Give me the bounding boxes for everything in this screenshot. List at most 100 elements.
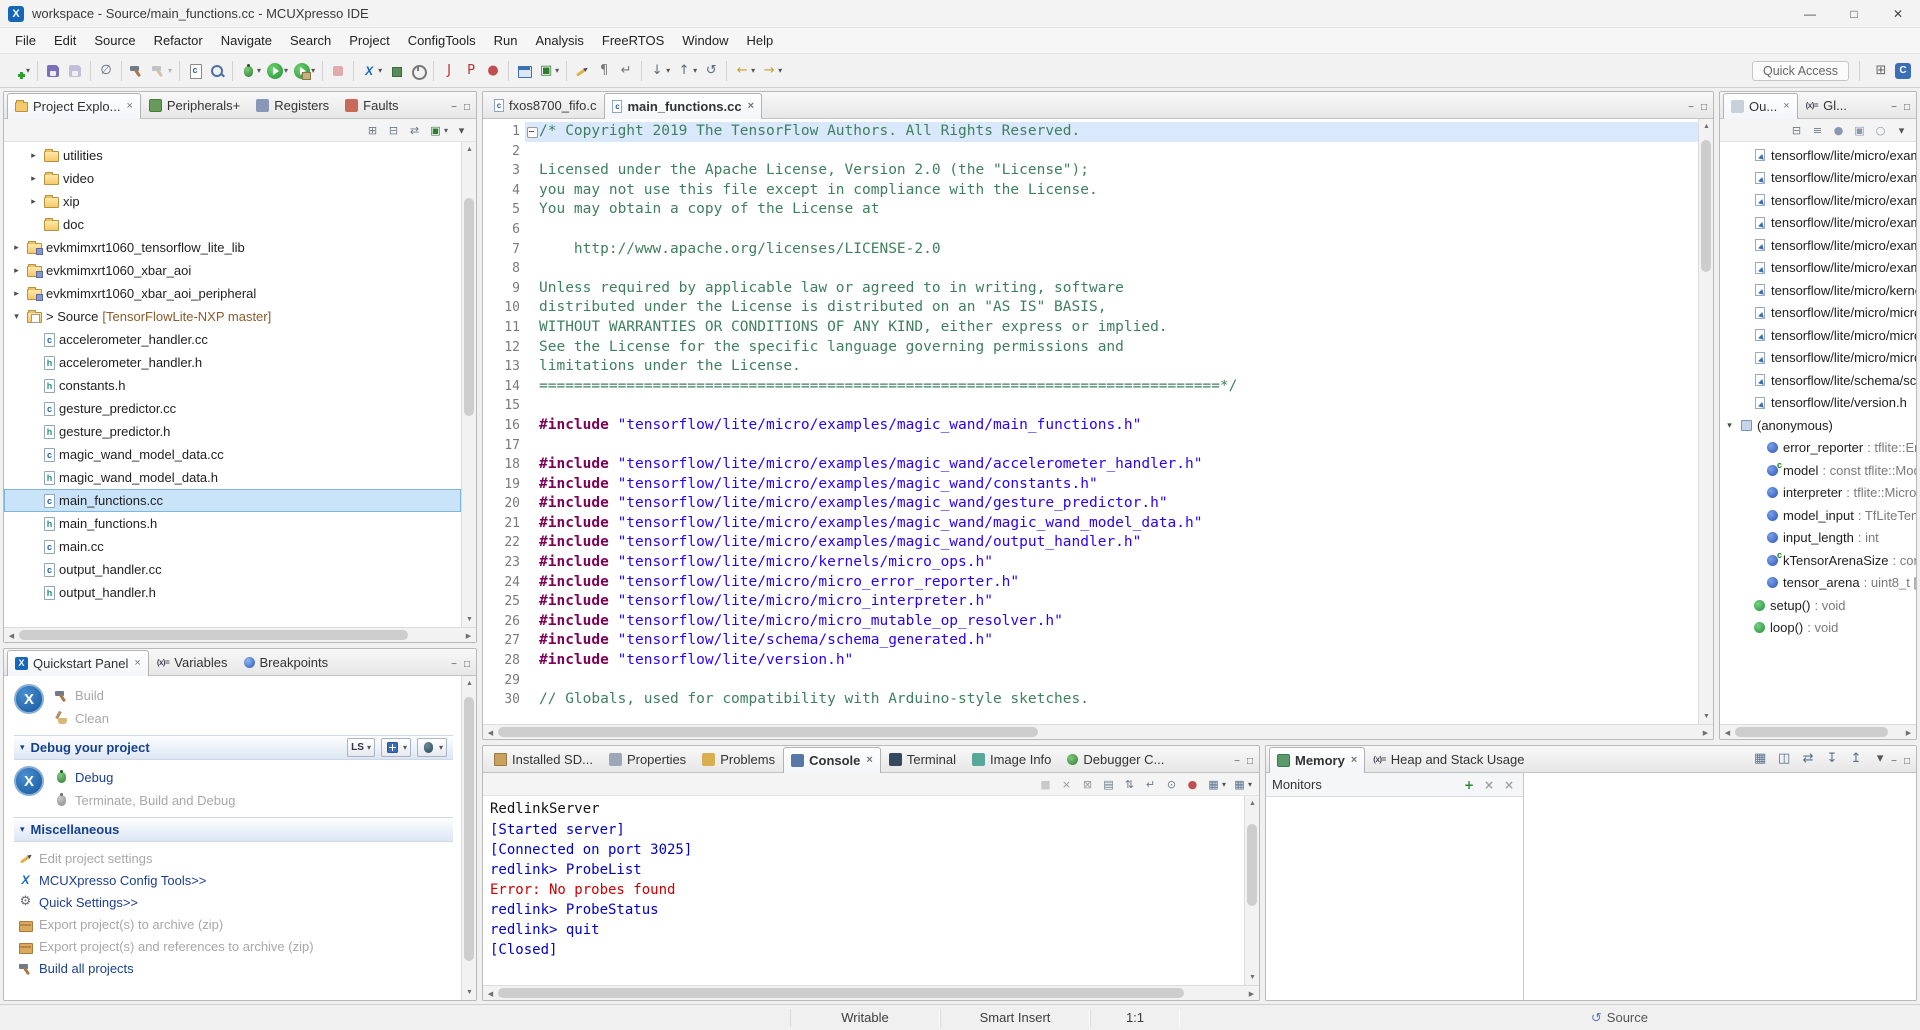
scroll-right-icon[interactable]: ▶ — [1901, 725, 1916, 740]
code-area[interactable]: 1/* Copyright 2019 The TensorFlow Author… — [483, 119, 1698, 724]
code-line[interactable]: 25#include "tensorflow/lite/micro/micro_… — [483, 592, 1698, 612]
code-line[interactable]: 2 — [483, 142, 1698, 162]
scroll-left-icon[interactable]: ◀ — [483, 986, 498, 1001]
pin-console-button[interactable]: ⊙ — [1162, 775, 1181, 794]
code-line[interactable]: 16#include "tensorflow/lite/micro/exampl… — [483, 416, 1698, 436]
debug-button[interactable]: ▾ — [238, 61, 263, 81]
scroll-right-icon[interactable]: ▶ — [1244, 986, 1259, 1001]
menu-source[interactable]: Source — [85, 28, 144, 54]
terminal-button[interactable] — [514, 61, 534, 81]
tree-item-evkmimxrt1060-tensorflow-lite-lib[interactable]: ▸evkmimxrt1060_tensorflow_lite_lib — [4, 236, 461, 259]
attach-debug-button[interactable]: ▾ — [381, 738, 411, 757]
remove-memory-monitor-button[interactable]: × — [1482, 778, 1496, 792]
maximize-view-icon[interactable]: □ — [1904, 756, 1910, 767]
disconnect-button[interactable]: ● — [1183, 775, 1202, 794]
editor-horizontal-scrollbar[interactable]: ◀▶ — [483, 724, 1713, 739]
expand-arrow-icon[interactable]: ▸ — [10, 288, 23, 299]
outline-item-model[interactable]: cmodel : const tflite::Model * — [1720, 459, 1916, 482]
outline-item-interpreter[interactable]: interpreter : tflite::MicroInterpreter * — [1720, 482, 1916, 505]
scroll-track[interactable] — [1699, 134, 1713, 709]
build-all-projects-action[interactable]: Build all projects — [18, 958, 459, 979]
code-line[interactable]: 1/* Copyright 2019 The TensorFlow Author… — [483, 122, 1698, 142]
edit-project-settings-action[interactable]: Edit project settings — [18, 848, 459, 869]
display-selected-console-button[interactable]: ▦▾ — [1204, 775, 1228, 794]
clocks-tool-button[interactable] — [408, 61, 428, 81]
quickstart-vertical-scrollbar[interactable]: ▲▼ — [461, 676, 476, 1000]
tree-item-utilities[interactable]: ▸utilities — [4, 144, 461, 167]
maximize-view-icon[interactable]: □ — [464, 102, 470, 113]
link-with-editor-button[interactable]: ⇄ — [405, 121, 424, 140]
previous-annotation-button[interactable]: ↑▾ — [674, 61, 699, 81]
quick-access-button[interactable]: Quick Access — [1752, 61, 1849, 81]
code-line[interactable]: 19#include "tensorflow/lite/micro/exampl… — [483, 475, 1698, 495]
dropdown-arrow-icon[interactable]: ▾ — [1248, 780, 1252, 789]
outline-item-tensorflow-lite-micro-examples-magic-wand-magic-wand-model-data-h[interactable]: tensorflow/lite/micro/examples/magic_wan… — [1720, 234, 1916, 257]
menu-analysis[interactable]: Analysis — [526, 28, 592, 54]
menu-file[interactable]: File — [6, 28, 45, 54]
scroll-thumb[interactable] — [19, 630, 408, 640]
code-line[interactable]: 30// Globals, used for compatibility wit… — [483, 690, 1698, 710]
probe-type-button[interactable]: LS▾ — [347, 738, 375, 757]
debug-options-button[interactable]: ▾ — [417, 738, 447, 757]
scroll-down-icon[interactable]: ▼ — [462, 985, 476, 1000]
console-vertical-scrollbar[interactable]: ▲▼ — [1244, 796, 1259, 985]
save-all-button[interactable] — [65, 61, 85, 81]
code-line[interactable]: 6 — [483, 220, 1698, 240]
scroll-track[interactable] — [1735, 725, 1901, 739]
maximize-view-icon[interactable]: □ — [1247, 756, 1253, 767]
code-line[interactable]: 10distributed under the License is distr… — [483, 298, 1698, 318]
close-tab-icon[interactable]: × — [134, 657, 140, 669]
code-line[interactable]: 22#include "tensorflow/lite/micro/exampl… — [483, 533, 1698, 553]
scroll-track[interactable] — [462, 157, 476, 612]
minimize-view-icon[interactable]: − — [1234, 756, 1240, 767]
tree-item-video[interactable]: ▸video — [4, 167, 461, 190]
scroll-left-icon[interactable]: ◀ — [1720, 725, 1735, 740]
export-project-s-to-archive-zip-action[interactable]: Export project(s) to archive (zip) — [18, 914, 459, 935]
close-tab-icon[interactable]: × — [866, 754, 872, 766]
console-tab-properties[interactable]: Properties — [601, 746, 694, 772]
export-project-s-and-references-to-archive-zip-action[interactable]: Export project(s) and references to arch… — [18, 936, 459, 957]
scroll-up-icon[interactable]: ▲ — [1245, 796, 1259, 811]
tree-item-evkmimxrt1060-xbar-aoi-peripheral[interactable]: ▸evkmimxrt1060_xbar_aoi_peripheral — [4, 282, 461, 305]
memory-tab-memory[interactable]: Memory× — [1269, 747, 1365, 773]
terminate-build-and-debug-action[interactable]: Terminate, Build and Debug — [54, 790, 235, 811]
editor-vertical-scrollbar[interactable]: ▲▼ — [1698, 119, 1713, 724]
scroll-track[interactable] — [462, 691, 476, 985]
outline-item-tensorflow-lite-micro-kernels-micro-ops-h[interactable]: tensorflow/lite/micro/kernels/micro_ops.… — [1720, 279, 1916, 302]
project-explorer-tab-faults[interactable]: Faults — [337, 92, 406, 118]
outline-item-error-reporter[interactable]: error_reporter : tflite::ErrorReporter * — [1720, 437, 1916, 460]
console-tab-image-info[interactable]: Image Info — [964, 746, 1059, 772]
tree-item-source[interactable]: ▾> Source [TensorFlowLite-NXP master] — [4, 305, 461, 328]
forward-button[interactable]: →▾ — [759, 61, 784, 81]
console-horizontal-scrollbar[interactable]: ◀▶ — [483, 985, 1259, 1000]
scroll-up-icon[interactable]: ▲ — [462, 676, 476, 691]
outline-item-loop[interactable]: loop() : void — [1720, 617, 1916, 640]
project-explorer-vertical-scrollbar[interactable]: ▲▼ — [461, 142, 476, 627]
tree-item-evkmimxrt1060-xbar-aoi[interactable]: ▸evkmimxrt1060_xbar_aoi — [4, 259, 461, 282]
scroll-down-icon[interactable]: ▼ — [1245, 970, 1259, 985]
link-renderings-button[interactable]: ⇄ — [1798, 749, 1818, 769]
save-button[interactable] — [43, 61, 63, 81]
scroll-track[interactable] — [498, 986, 1244, 1000]
mcuxpresso-config-tools-action[interactable]: XMCUXpresso Config Tools>> — [18, 870, 459, 891]
dropdown-arrow-icon[interactable]: ▾ — [311, 66, 315, 75]
outline-item-tensorflow-lite-micro-examples-magic-wand-main-functions-h[interactable]: tensorflow/lite/micro/examples/magic_wan… — [1720, 144, 1916, 167]
section-header-debug-your-project[interactable]: ▾Debug your projectLS▾▾▾ — [14, 735, 453, 760]
hide-static-members-button[interactable]: ▣ — [1850, 121, 1869, 140]
dropdown-arrow-icon[interactable]: ▾ — [378, 66, 382, 75]
code-line[interactable]: 23#include "tensorflow/lite/micro/kernel… — [483, 553, 1698, 573]
close-tab-icon[interactable]: × — [1783, 100, 1789, 112]
editor-tab-fxos8700-fifo-c[interactable]: cfxos8700_fifo.c — [486, 92, 604, 118]
close-tab-icon[interactable]: × — [126, 100, 132, 112]
project-explorer-tab-peripherals[interactable]: Peripherals+ — [141, 92, 248, 118]
word-wrap-console-button[interactable]: ↵ — [1141, 775, 1160, 794]
tree-item-accelerometer-handler-cc[interactable]: caccelerometer_handler.cc — [4, 328, 461, 351]
scroll-up-icon[interactable]: ▲ — [462, 142, 476, 157]
memory-renderings-pane[interactable] — [1524, 773, 1916, 1000]
clear-console-button[interactable]: ▤ — [1099, 775, 1118, 794]
code-line[interactable]: 21#include "tensorflow/lite/micro/exampl… — [483, 514, 1698, 534]
scroll-track[interactable] — [498, 725, 1698, 739]
outline-tab-ou[interactable]: Ou...× — [1723, 93, 1798, 119]
close-tab-icon[interactable]: × — [1351, 754, 1357, 766]
scroll-left-icon[interactable]: ◀ — [483, 725, 498, 740]
